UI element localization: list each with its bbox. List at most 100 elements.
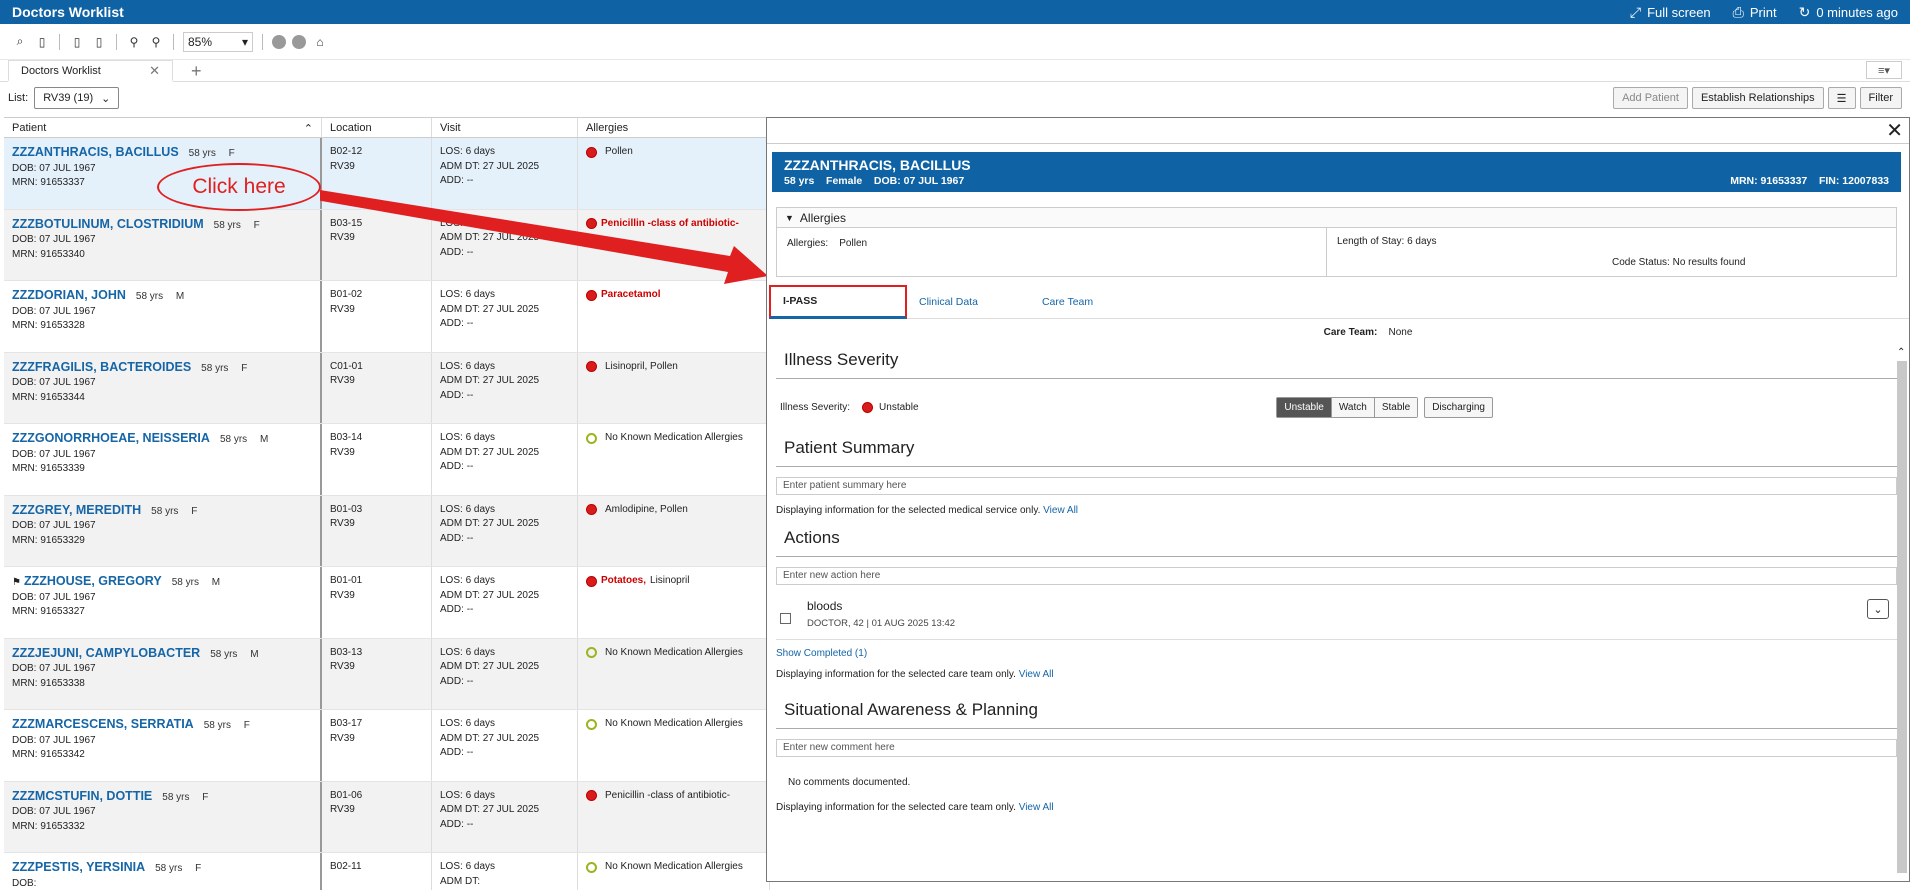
zoom-out-icon[interactable]: ⚲: [126, 34, 142, 50]
view-all-link[interactable]: View All: [1019, 802, 1054, 813]
length-of-stay: 6 days: [1407, 236, 1437, 247]
allergies-cell: Pollen: [578, 138, 770, 209]
back-icon[interactable]: [272, 34, 286, 49]
paste-icon[interactable]: ▯: [91, 34, 107, 50]
location-cell: B03-14 RV39: [322, 424, 432, 495]
severity-unstable-button[interactable]: Unstable: [1277, 398, 1332, 417]
action-title: bloods: [807, 599, 843, 613]
column-header-location[interactable]: Location: [322, 118, 432, 137]
visit-cell: LOS: 6 days ADM DT: 27 JUL 2025 ADD: --: [432, 424, 578, 495]
patient-name[interactable]: ZZZPESTIS, YERSINIA: [12, 860, 145, 874]
expand-action-button[interactable]: ⌄: [1867, 599, 1889, 619]
patient-detail-panel: ✕ ZZZANTHRACIS, BACILLUS 58 yrs Female D…: [766, 117, 1910, 882]
new-action-input[interactable]: Enter new action here: [776, 567, 1897, 585]
view-all-link[interactable]: View All: [1043, 505, 1078, 516]
tab-ipass[interactable]: I-PASS: [769, 284, 907, 319]
toolbar-divider: [262, 33, 263, 50]
table-row[interactable]: ZZZMARCESCENS, SERRATIA 58 yrs F DOB: 07 J…: [4, 710, 770, 782]
table-row[interactable]: ZZZDORIAN, JOHN 58 yrs M DOB: 07 JUL 1967 M…: [4, 281, 770, 353]
table-row[interactable]: ZZZBOTULINUM, CLOSTRIDIUM 58 yrs F DOB: 07…: [4, 209, 770, 281]
table-row[interactable]: ZZZANTHRACIS, BACILLUS 58 yrs F DOB: 07 JU…: [4, 138, 770, 210]
toolbar-divider: [116, 33, 117, 50]
fullscreen-button[interactable]: ⤢ Full screen: [1630, 4, 1711, 21]
zoom-select[interactable]: 85% ▾: [183, 31, 253, 52]
table-row[interactable]: ZZZGREY, MEREDITH 58 yrs F DOB: 07 JUL 196…: [4, 495, 770, 567]
add-tab-button[interactable]: +: [191, 61, 202, 81]
table-row[interactable]: ZZZMCSTUFIN, DOTTIE 58 yrs F DOB: 07 JUL 1…: [4, 781, 770, 853]
tab-care-team[interactable]: Care Team: [1030, 285, 1105, 319]
view-all-link[interactable]: View All: [1019, 669, 1054, 680]
zoom-in-icon[interactable]: ⚲: [148, 34, 164, 50]
document-icon[interactable]: ▯: [34, 34, 50, 50]
allergies-summary: Allergies: Pollen Length of Stay: 6 days…: [776, 227, 1897, 277]
columns-button[interactable]: ☰: [1827, 87, 1856, 109]
column-header-patient[interactable]: Patient ⌃: [4, 118, 322, 137]
visit-cell: LOS: 6 days ADM DT: 27 JUL 2025 ADD: --: [432, 495, 578, 566]
print-button[interactable]: ⎙ Print: [1733, 4, 1777, 21]
location-cell: B01-03 RV39: [322, 495, 432, 566]
allergy-status-icon: [586, 361, 597, 373]
patient-summary-input[interactable]: Enter patient summary here: [776, 477, 1897, 495]
patient-name[interactable]: ZZZMARCESCENS, SERRATIA: [12, 717, 194, 731]
home-icon[interactable]: ⌂: [312, 34, 328, 50]
filter-button[interactable]: Filter: [1859, 87, 1902, 109]
close-icon[interactable]: ✕: [1886, 121, 1903, 141]
visit-cell: LOS: 6 days ADM DT: 27 JUL 2025 ADD: --: [432, 638, 578, 709]
copy-icon[interactable]: ▯: [69, 34, 85, 50]
severity-watch-button[interactable]: Watch: [1331, 398, 1375, 417]
table-row[interactable]: ZZZGONORRHOEAE, NEISSERIA 58 yrs M DOB: 07…: [4, 424, 770, 496]
location-cell: B02-12 RV39: [322, 138, 432, 209]
patient-name[interactable]: ZZZMCSTUFIN, DOTTIE: [12, 789, 152, 803]
discharging-button[interactable]: Discharging: [1424, 397, 1493, 418]
table-row[interactable]: ZZZPESTIS, YERSINIA58 yrs FDOB: MRN: B02…: [4, 853, 770, 890]
banner-identifiers: MRN: 91653337 FIN: 12007833: [1730, 175, 1889, 187]
allergy-status-icon: [586, 647, 597, 659]
new-comment-input[interactable]: Enter new comment here: [776, 739, 1897, 757]
patient-name[interactable]: ZZZBOTULINUM, CLOSTRIDIUM: [12, 217, 204, 231]
column-header-visit[interactable]: Visit: [432, 118, 578, 137]
column-header-allergies[interactable]: Allergies: [578, 118, 770, 137]
patient-cell: ZZZFRAGILIS, BACTEROIDES 58 yrs F DOB: 07 …: [4, 352, 322, 423]
tab-clinical-data[interactable]: Clinical Data: [907, 285, 990, 319]
scroll-down-icon[interactable]: ⌄: [1897, 876, 1905, 881]
scroll-up-icon[interactable]: ⌃: [1897, 347, 1905, 358]
refresh-button[interactable]: ↻ 0 minutes ago: [1799, 4, 1898, 21]
allergies-section-header[interactable]: ▼ Allergies: [776, 207, 1897, 227]
allergy-status-icon: [586, 432, 597, 444]
panel-scrollbar[interactable]: ⌃ ⌄: [1897, 347, 1907, 881]
chevron-down-icon: ⌄: [101, 92, 111, 105]
table-row[interactable]: ZZZFRAGILIS, BACTEROIDES 58 yrs F DOB: 07 …: [4, 352, 770, 424]
patient-cell: ZZZJEJUNI, CAMPYLOBACTER 58 yrs M DOB: 07 …: [4, 638, 322, 709]
patient-name[interactable]: ZZZHOUSE, GREGORY: [24, 574, 162, 588]
patient-name[interactable]: ZZZJEJUNI, CAMPYLOBACTER: [12, 646, 200, 660]
add-patient-button[interactable]: Add Patient: [1613, 87, 1688, 109]
establish-relationships-button[interactable]: Establish Relationships: [1691, 87, 1824, 109]
location-cell: C01-01 RV39: [322, 352, 432, 423]
tab-doctors-worklist[interactable]: Doctors Worklist ✕: [8, 60, 173, 82]
table-row[interactable]: ZZZJEJUNI, CAMPYLOBACTER 58 yrs M DOB: 07 …: [4, 638, 770, 710]
allergy-status-icon: [586, 504, 597, 516]
no-comments-text: No comments documented.: [788, 777, 911, 788]
care-team-line: Care Team: None: [1323, 327, 1413, 338]
location-cell: B01-01 RV39: [322, 567, 432, 638]
allergy-status-icon: [586, 218, 597, 230]
patient-name[interactable]: ZZZANTHRACIS, BACILLUS: [12, 145, 179, 159]
action-checkbox[interactable]: [780, 613, 791, 624]
severity-stable-button[interactable]: Stable: [1374, 398, 1418, 417]
patient-name[interactable]: ZZZGONORRHOEAE, NEISSERIA: [12, 431, 210, 445]
patient-banner: ZZZANTHRACIS, BACILLUS 58 yrs Female DOB…: [772, 152, 1901, 192]
allergies-cell: No Known Medication Allergies: [578, 424, 770, 495]
list-select[interactable]: RV39 (19) ⌄: [34, 87, 120, 109]
close-icon[interactable]: ✕: [149, 63, 160, 79]
table-row[interactable]: ⚑ ZZZHOUSE, GREGORY 58 yrs M DOB: 07 JUL 19…: [4, 567, 770, 639]
menu-button[interactable]: ≡▾: [1866, 61, 1902, 79]
columns-icon: ☰: [1836, 92, 1847, 105]
visit-cell: LOS: 6 days ADM DT: 27 JUL 2025 ADD: --: [432, 710, 578, 781]
patient-name[interactable]: ZZZGREY, MEREDITH: [12, 503, 141, 517]
forward-icon[interactable]: [292, 34, 306, 49]
show-completed-link[interactable]: Show Completed (1): [776, 648, 1897, 659]
scrollbar-thumb[interactable]: [1897, 361, 1907, 873]
patient-name[interactable]: ZZZFRAGILIS, BACTEROIDES: [12, 360, 191, 374]
patient-name[interactable]: ZZZDORIAN, JOHN: [12, 288, 126, 302]
binoculars-icon[interactable]: ⌕: [12, 34, 28, 50]
